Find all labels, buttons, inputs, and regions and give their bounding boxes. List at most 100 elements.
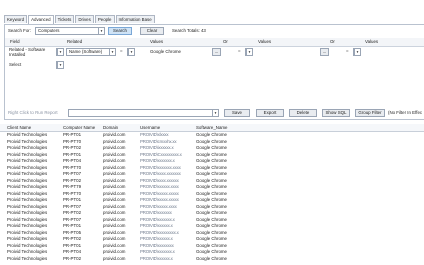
cell-username: PROIVID\Cxxxxxxxxx.x [140, 151, 182, 157]
delete-button[interactable]: Delete [289, 109, 317, 117]
cell-domain: proivid.com [103, 151, 126, 157]
group-filter-button[interactable]: Group Filter [355, 109, 385, 117]
save-button[interactable]: Save [224, 109, 250, 117]
cell-client-name: Proivid Technologies [7, 210, 48, 215]
cell-domain: proivid.com [103, 184, 126, 189]
tab-drives[interactable]: Drives [75, 15, 94, 23]
operator-3[interactable]: = [346, 48, 349, 53]
cell-software-name: Google Chrome [196, 236, 227, 241]
cell-domain: proivid.com [103, 242, 126, 248]
cell-computer-name: PR-PT05 [63, 229, 82, 235]
cell-domain: proivid.com [103, 197, 126, 202]
operator-2[interactable]: = [238, 48, 241, 53]
cell-client-name: Proivid Technologies [7, 197, 48, 202]
column-computer-name[interactable]: Computer Name [63, 125, 95, 130]
select-field-dropdown[interactable]: ▾ [56, 61, 64, 69]
tab-keyword[interactable]: Keyword [4, 15, 28, 23]
criteria-value[interactable]: Google Chrome [150, 49, 181, 54]
cell-client-name: Proivid Technologies [7, 255, 48, 261]
cell-computer-name: PR-PT07 [63, 203, 82, 209]
column-domain[interactable]: Domain [103, 125, 118, 130]
field-dropdown[interactable]: ▾ [56, 48, 64, 56]
chevron-down-icon[interactable]: ▾ [98, 28, 104, 34]
cell-domain: proivid.com [103, 171, 126, 176]
cell-domain: proivid.com [103, 210, 126, 215]
cell-computer-name: PR-PT70 [63, 138, 82, 144]
cell-client-name: Proivid Technologies [7, 158, 48, 163]
cell-username: PROIVID\xxxxxx.x [140, 255, 173, 261]
search-button[interactable]: Search [108, 27, 132, 35]
chevron-down-icon: ▾ [246, 49, 252, 55]
cell-software-name: Google Chrome [196, 171, 227, 176]
cell-username: PROIVID\xxxx.xxxxxx [140, 177, 179, 183]
column-software-name[interactable]: Software_Name [196, 125, 227, 130]
column-client-name[interactable]: Client Name [7, 125, 31, 130]
tab-strip: Keyword Advanced Tickets Drives People I… [4, 15, 156, 24]
operator-dropdown-2[interactable]: ▾ [245, 48, 253, 56]
operator-1[interactable]: = [120, 48, 123, 53]
cell-domain: proivid.com [103, 158, 126, 163]
cell-computer-name: PR-PT01 [63, 197, 82, 202]
cell-username: PROIVID\xxxxxxx.x [140, 249, 175, 254]
cell-computer-name: PR-PT01 [63, 132, 82, 137]
cell-client-name: Proivid Technologies [7, 249, 48, 254]
cell-username: PROIVID\xxxxxxx [140, 210, 172, 215]
report-select[interactable]: ▾ [68, 109, 219, 117]
cell-software-name: Google Chrome [196, 158, 227, 163]
cell-client-name: Proivid Technologies [7, 184, 48, 189]
cell-username: PROIVID\xxxxx.xxxxx [140, 190, 179, 196]
value-picker-button-2[interactable]: ... [320, 48, 329, 56]
cell-software-name: Google Chrome [196, 197, 227, 202]
cell-client-name: Proivid Technologies [7, 223, 48, 228]
cell-username: PROIVID\xxxxxx.x [140, 236, 173, 241]
related-select[interactable]: Name (Software) ▾ [66, 48, 116, 56]
cell-domain: proivid.com [103, 164, 126, 170]
criteria-field: Related - Software Installed [9, 47, 46, 57]
export-button[interactable]: Export [256, 109, 284, 117]
tab-people[interactable]: People [94, 15, 115, 23]
tab-advanced[interactable]: Advanced [28, 15, 54, 24]
cell-software-name: Google Chrome [196, 216, 227, 222]
cell-computer-name: PR-PT04 [63, 158, 82, 163]
cell-computer-name: PR-PT04 [63, 249, 82, 254]
cell-computer-name: PR-PT02 [63, 255, 82, 261]
related-value: Name (Software) [69, 49, 103, 54]
cell-client-name: Proivid Technologies [7, 216, 48, 222]
cell-domain: proivid.com [103, 203, 126, 209]
cell-computer-name: PR-PT79 [63, 184, 82, 189]
grid-header: Client Name Computer Name Domain Usernam… [0, 124, 424, 132]
chevron-down-icon: ▾ [57, 62, 63, 68]
cell-username: PROIVID\xxxxxxxx [140, 242, 174, 248]
cell-username: PROIVID\ixxxxxx.x [140, 145, 174, 150]
cell-software-name: Google Chrome [196, 177, 227, 183]
cell-username: PROIVID\xxxxxx.xxxx [140, 184, 179, 189]
value-picker-button[interactable]: ... [212, 48, 221, 56]
cell-software-name: Google Chrome [196, 203, 227, 209]
chevron-down-icon: ▾ [109, 49, 115, 55]
operator-dropdown-1[interactable]: ▾ [127, 48, 135, 56]
column-username[interactable]: Username [140, 125, 160, 130]
cell-client-name: Proivid Technologies [7, 164, 48, 170]
cell-software-name: Google Chrome [196, 229, 227, 235]
cell-username: PROIVID\xxxxx.xxxxx [140, 197, 179, 202]
clear-button[interactable]: Clear [140, 27, 164, 35]
tab-tickets[interactable]: Tickets [54, 15, 75, 23]
show-sql-button[interactable]: Show SQL [322, 109, 350, 117]
tab-information-base[interactable]: Information Base [115, 15, 155, 23]
cell-computer-name: PR-PT01 [63, 223, 82, 228]
cell-software-name: Google Chrome [196, 184, 227, 189]
run-report-hint: Right Click to Run Report [8, 110, 58, 115]
cell-software-name: Google Chrome [196, 145, 227, 150]
cell-software-name: Google Chrome [196, 242, 227, 248]
criteria-select: Select [9, 62, 22, 67]
search-for-select[interactable]: Computers ▾ [35, 27, 105, 35]
operator-dropdown-3[interactable]: ▾ [353, 48, 361, 56]
table-row[interactable]: Proivid Technologies PR-PT02 proivid.com PR… [0, 256, 424, 263]
cell-client-name: Proivid Technologies [7, 145, 48, 150]
cell-computer-name: PR-PT02 [63, 145, 82, 150]
cell-client-name: Proivid Technologies [7, 132, 48, 137]
cell-domain: proivid.com [103, 255, 126, 261]
search-totals: Search Totals: 43 [172, 28, 206, 33]
cell-computer-name: PR-PT70 [63, 190, 82, 196]
related-header: Related [67, 39, 83, 44]
